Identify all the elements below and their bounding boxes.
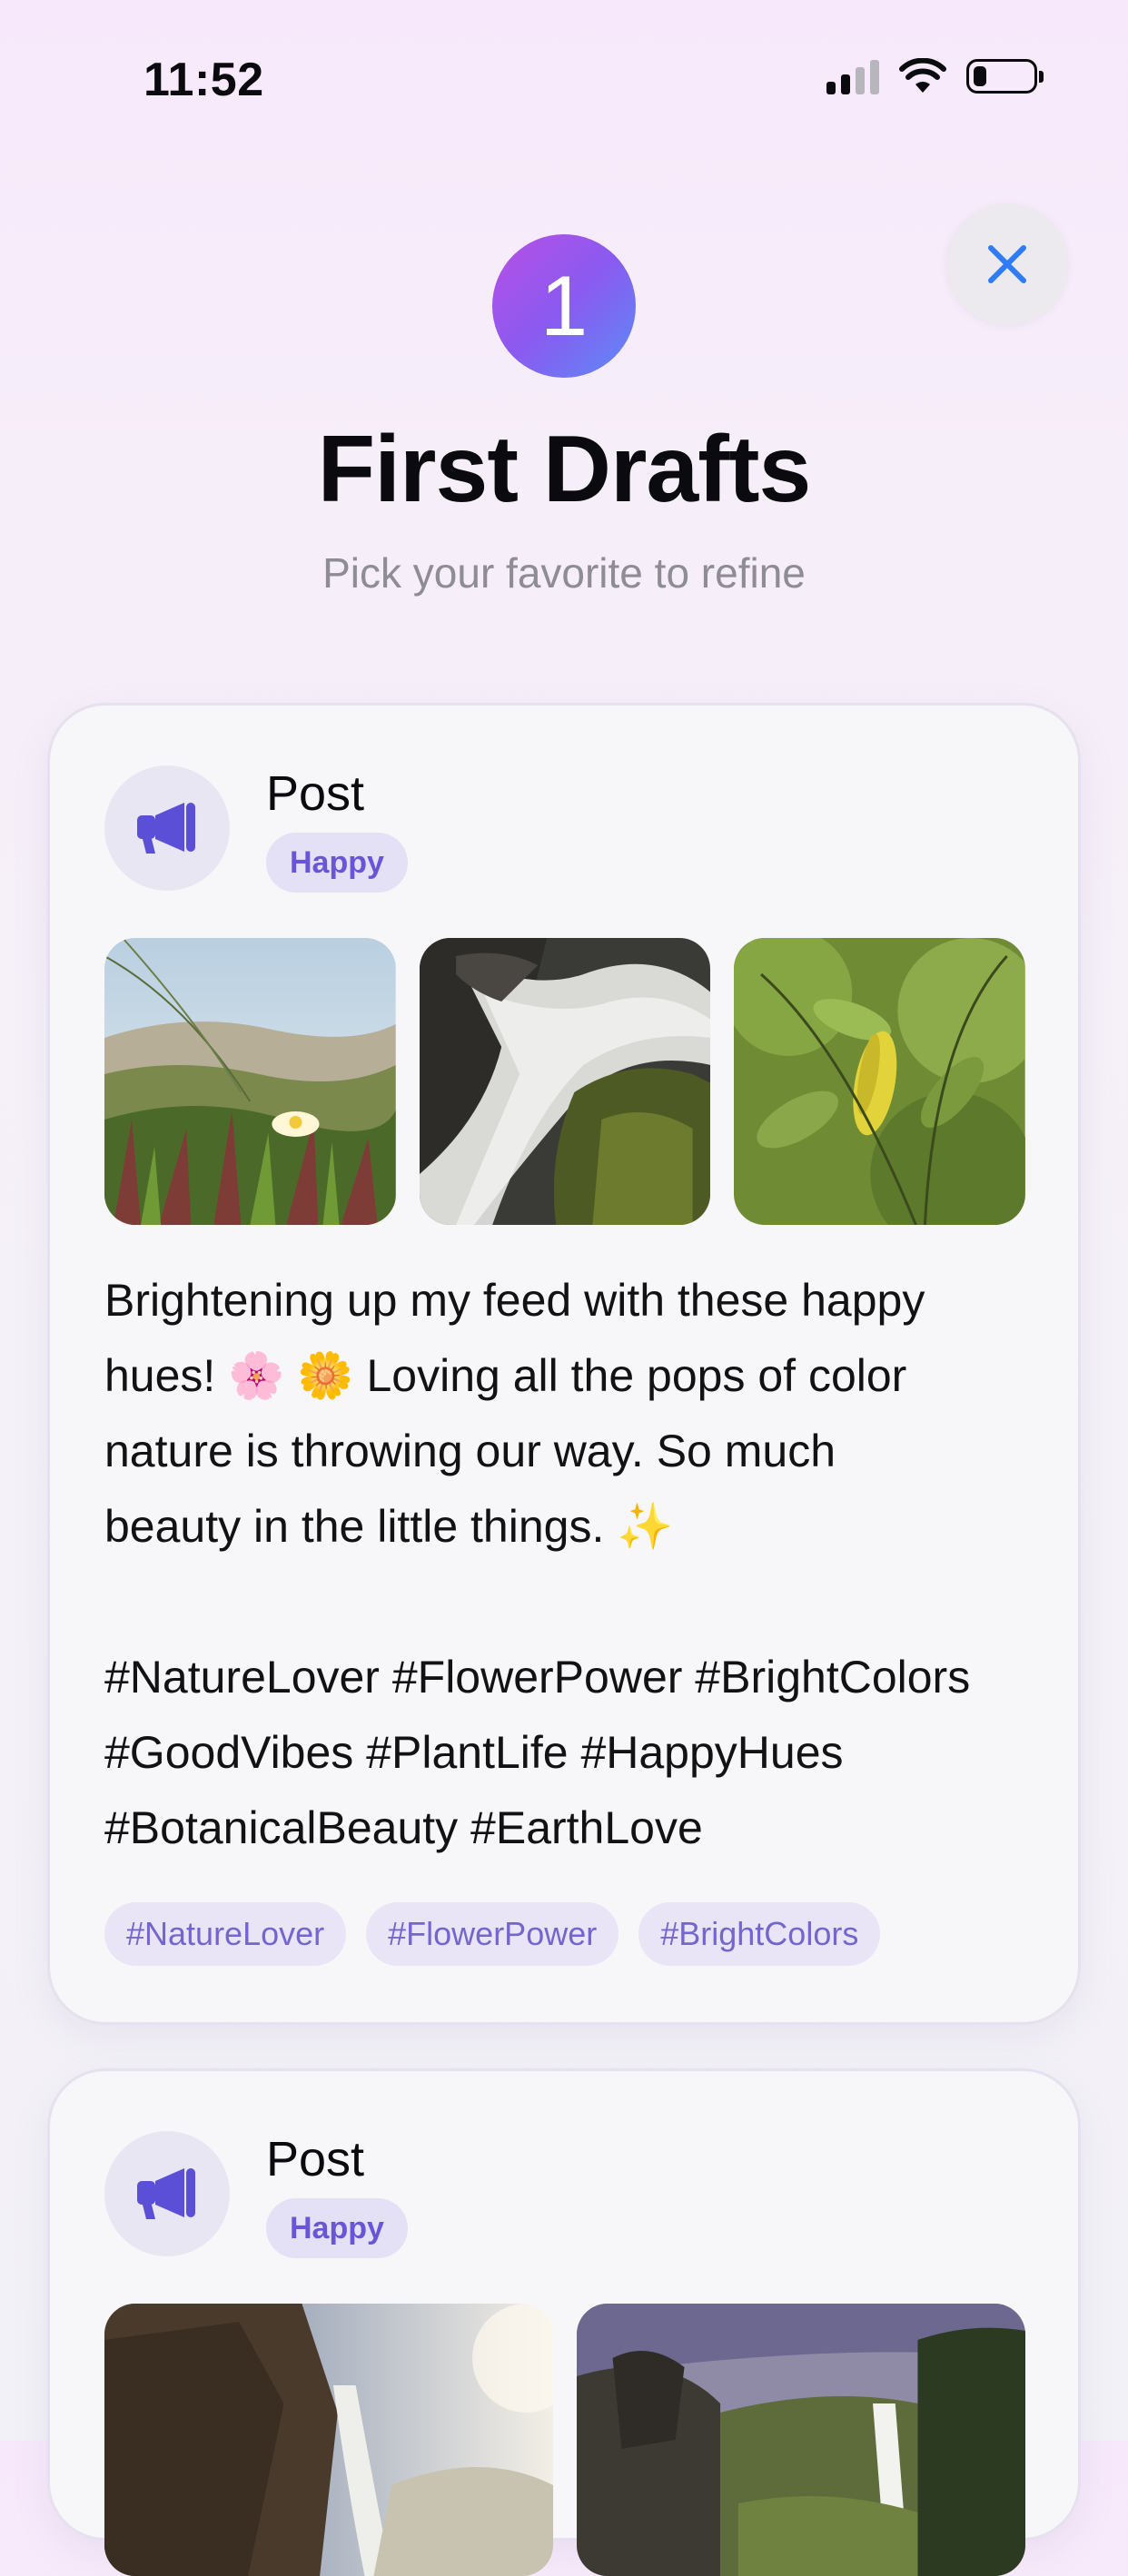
hashtag-chip[interactable]: #NatureLover [104,1902,347,1966]
hashtag-chip-row: #NatureLover #FlowerPower #BrightColors [104,1902,881,1966]
wifi-icon [899,58,946,93]
page-subtitle: Pick your favorite to refine [322,549,806,597]
photo-green-leaves[interactable] [734,938,1026,1225]
status-icons [826,58,1044,94]
page-title: First Drafts [317,417,812,522]
photo-strip [104,2304,1025,2576]
post-body-text: Brightening up my feed with these happy … [104,1275,971,1853]
photo-waterfall-cliff[interactable] [104,2304,553,2576]
hashtag-chip[interactable]: #BrightColors [638,1902,881,1966]
close-icon [988,245,1026,283]
photo-waterfall-valley[interactable] [577,2304,1025,2576]
megaphone-icon [137,2168,195,2219]
close-button[interactable] [946,203,1068,325]
megaphone-icon [137,803,195,854]
battery-icon [966,59,1044,94]
mood-badge: Happy [266,833,408,893]
status-bar: 11:52 [0,0,1128,145]
draft-card[interactable]: Post Happy [47,703,1081,2025]
photo-flower-dunes[interactable] [104,938,396,1225]
post-type-label: Post [266,766,365,821]
photo-strip [104,938,1026,1225]
cellular-signal-icon [826,58,879,94]
post-type-label: Post [266,2132,365,2186]
post-type-icon-wrap [104,2131,230,2256]
mood-badge: Happy [266,2198,408,2258]
post-type-icon-wrap [104,765,230,891]
draft-card[interactable]: Post Happy [47,2068,1081,2576]
step-number-badge: 1 [492,234,636,378]
status-time: 11:52 [143,54,264,106]
photo-waterfall-rocks[interactable] [419,938,711,1225]
hashtag-chip[interactable]: #FlowerPower [366,1902,619,1966]
